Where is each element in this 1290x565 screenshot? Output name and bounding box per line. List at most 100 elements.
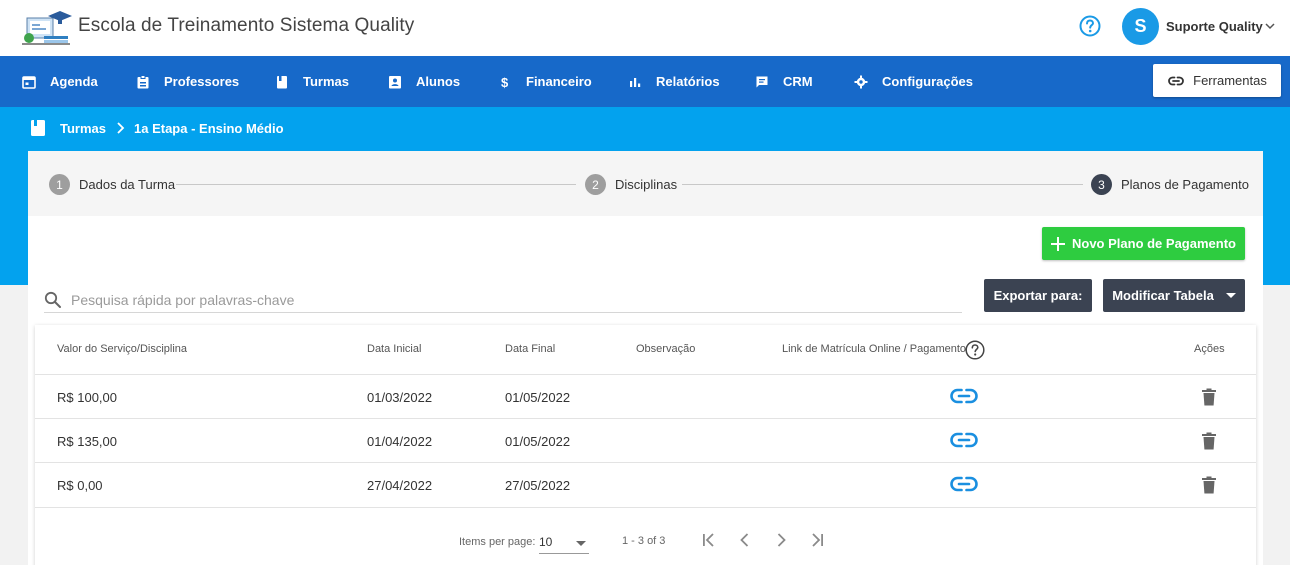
main-nav: Agenda Professores Turmas Alunos $ Finan…	[0, 56, 1290, 107]
nav-label: Relatórios	[656, 74, 720, 89]
table-row: R$ 0,00 27/04/2022 27/05/2022	[35, 462, 1256, 506]
table-row: R$ 100,00 01/03/2022 01/05/2022	[35, 374, 1256, 418]
step-label: Dados da Turma	[79, 177, 176, 192]
step-connector	[682, 184, 1083, 185]
payment-plans-table: Valor do Serviço/Disciplina Data Inicial…	[35, 325, 1256, 565]
page-size-value: 10	[539, 535, 553, 549]
new-plan-label: Novo Plano de Pagamento	[1072, 236, 1236, 251]
caret-down-icon	[576, 541, 586, 546]
search-input[interactable]	[71, 288, 951, 312]
user-avatar[interactable]: S	[1122, 8, 1159, 45]
cell-end-date: 27/05/2022	[505, 478, 571, 493]
link-icon[interactable]	[950, 431, 978, 449]
step-dados-da-turma[interactable]: 1 Dados da Turma	[49, 174, 175, 195]
help-icon[interactable]	[1079, 15, 1101, 37]
gear-icon	[854, 75, 868, 88]
chat-icon	[756, 76, 768, 87]
step-number: 2	[585, 174, 606, 195]
step-number: 3	[1091, 174, 1112, 195]
cell-end-date: 01/05/2022	[505, 434, 571, 449]
export-button[interactable]: Exportar para:	[984, 279, 1092, 312]
chevron-right-icon	[117, 122, 125, 134]
nav-label: Configurações	[882, 74, 974, 89]
column-header-end-date[interactable]: Data Final	[505, 343, 555, 355]
step-label: Planos de Pagamento	[1121, 177, 1249, 192]
calendar-icon	[22, 75, 36, 89]
top-header: Escola de Treinamento Sistema Quality S …	[0, 0, 1290, 56]
trash-icon[interactable]	[1201, 388, 1217, 406]
nav-item-relatorios[interactable]: Relatórios	[628, 56, 720, 107]
cell-value: R$ 100,00	[57, 390, 117, 405]
column-header-value[interactable]: Valor do Serviço/Disciplina	[57, 343, 187, 355]
cell-value: R$ 0,00	[57, 478, 103, 493]
stepper: 1 Dados da Turma 2 Disciplinas 3 Planos …	[28, 151, 1263, 216]
tools-button[interactable]: Ferramentas	[1153, 64, 1281, 97]
column-header-note[interactable]: Observação	[636, 343, 695, 355]
nav-label: Financeiro	[526, 74, 592, 89]
link-icon	[1168, 76, 1185, 85]
dollar-icon: $	[501, 75, 509, 89]
badge-icon	[137, 74, 149, 88]
cell-end-date: 01/05/2022	[505, 390, 571, 405]
new-payment-plan-button[interactable]: Novo Plano de Pagamento	[1042, 227, 1245, 260]
step-planos-de-pagamento[interactable]: 3 Planos de Pagamento	[1091, 174, 1249, 195]
book-icon	[277, 75, 287, 88]
pagination: Items per page: 10 1 - 3 of 3	[35, 507, 1256, 557]
step-label: Disciplinas	[615, 177, 678, 192]
first-page-icon[interactable]	[700, 531, 718, 549]
book-icon	[31, 120, 45, 136]
link-icon[interactable]	[950, 475, 978, 493]
nav-label: Turmas	[303, 74, 349, 89]
next-page-icon[interactable]	[772, 531, 790, 549]
breadcrumb-root[interactable]: Turmas	[60, 121, 106, 136]
help-icon[interactable]	[965, 340, 985, 360]
nav-label: Alunos	[416, 74, 461, 89]
nav-item-alunos[interactable]: Alunos	[388, 56, 460, 107]
caret-down-icon	[1225, 293, 1236, 298]
column-header-actions: Ações	[1194, 343, 1225, 355]
cell-value: R$ 135,00	[57, 434, 117, 449]
chevron-down-icon[interactable]	[1264, 20, 1276, 32]
page-range: 1 - 3 of 3	[622, 535, 666, 547]
nav-label: Professores	[164, 74, 240, 89]
user-name[interactable]: Suporte Quality	[1166, 19, 1263, 34]
trash-icon[interactable]	[1201, 432, 1217, 450]
breadcrumb-current: 1a Etapa - Ensino Médio	[134, 120, 284, 136]
search-bar	[44, 288, 962, 313]
nav-label: CRM	[783, 74, 813, 89]
last-page-icon[interactable]	[808, 531, 826, 549]
search-icon	[44, 291, 61, 308]
nav-label: Agenda	[50, 74, 98, 89]
page-size-select[interactable]: 10	[539, 532, 589, 554]
column-header-link[interactable]: Link de Matrícula Online / Pagamento	[782, 343, 966, 355]
step-number: 1	[49, 174, 70, 195]
nav-item-configuracoes[interactable]: Configurações	[854, 56, 973, 107]
cell-start-date: 01/03/2022	[367, 390, 433, 405]
nav-item-crm[interactable]: CRM	[755, 56, 813, 107]
trash-icon[interactable]	[1201, 476, 1217, 494]
plus-icon	[1051, 236, 1065, 251]
export-label: Exportar para:	[993, 288, 1083, 303]
column-header-start-date[interactable]: Data Inicial	[367, 343, 421, 355]
cell-start-date: 27/04/2022	[367, 478, 433, 493]
nav-item-turmas[interactable]: Turmas	[275, 56, 349, 107]
items-per-page-label: Items per page:	[459, 536, 536, 548]
tools-label: Ferramentas	[1193, 73, 1267, 88]
nav-item-professores[interactable]: Professores	[136, 56, 239, 107]
nav-item-agenda[interactable]: Agenda	[22, 56, 98, 107]
bar-chart-icon	[630, 77, 641, 87]
previous-page-icon[interactable]	[736, 531, 754, 549]
app-title: Escola de Treinamento Sistema Quality	[78, 15, 415, 36]
breadcrumb: Turmas 1a Etapa - Ensino Médio	[30, 118, 284, 138]
link-icon[interactable]	[950, 387, 978, 405]
svg-text:$: $	[501, 75, 509, 89]
modify-table-button[interactable]: Modificar Tabela	[1103, 279, 1245, 312]
nav-item-financeiro[interactable]: $ Financeiro	[498, 56, 592, 107]
id-card-icon	[389, 75, 401, 88]
modify-label: Modificar Tabela	[1112, 288, 1214, 303]
table-row: R$ 135,00 01/04/2022 01/05/2022	[35, 418, 1256, 462]
school-logo	[22, 11, 72, 45]
step-disciplinas[interactable]: 2 Disciplinas	[585, 174, 677, 195]
cell-start-date: 01/04/2022	[367, 434, 433, 449]
step-connector	[176, 184, 576, 185]
